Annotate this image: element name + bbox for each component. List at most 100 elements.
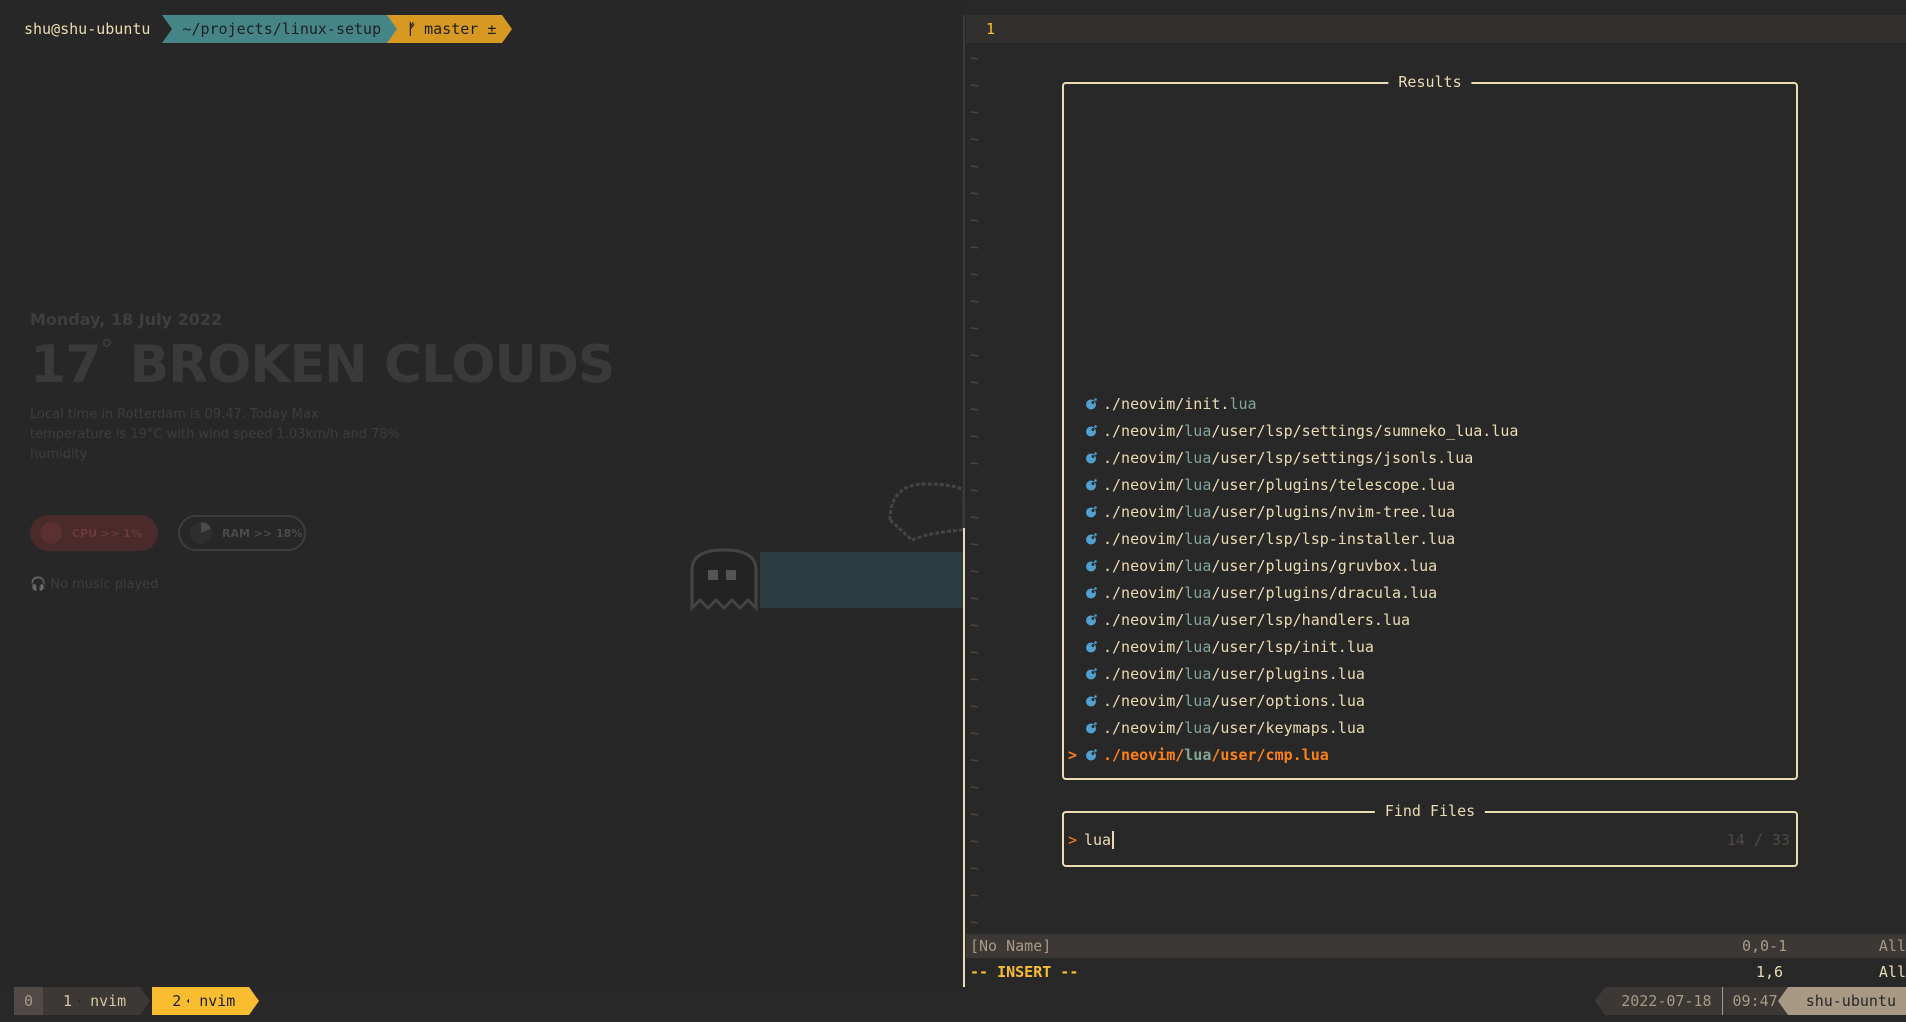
result-item[interactable]: ./neovim/lua/user/lsp/init.lua: [1068, 633, 1792, 660]
result-match-highlight: lua: [1184, 529, 1212, 548]
lua-file-icon: [1084, 748, 1097, 761]
result-path-suffix: /user/plugins/gruvbox.lua: [1211, 556, 1438, 575]
result-item[interactable]: ./neovim/lua/user/lsp/handlers.lua: [1068, 606, 1792, 633]
results-title: Results: [1388, 73, 1472, 91]
tilde-marker: ~: [970, 616, 980, 634]
cursor-percent: All: [1878, 963, 1906, 981]
prompt-caret: >: [1068, 831, 1078, 849]
git-branch-label: master ±: [424, 20, 497, 38]
ghost-trail: [760, 552, 964, 608]
result-item[interactable]: ./neovim/lua/user/lsp/settings/sumneko_l…: [1068, 417, 1792, 444]
result-path-suffix: /user/options.lua: [1211, 691, 1365, 710]
ram-pill: RAM >> 18%: [178, 515, 306, 551]
shell-prompt: shu@shu-ubuntu ~/projects/linux-setup ᚠ …: [14, 15, 513, 43]
result-item-selected[interactable]: > ./neovim/lua/user/cmp.lua: [1068, 741, 1792, 768]
result-item[interactable]: ./neovim/lua/user/plugins/nvim-tree.lua: [1068, 498, 1792, 525]
result-path-suffix: /user/plugins/telescope.lua: [1211, 475, 1456, 494]
tilde-marker: ~: [970, 319, 980, 337]
tilde-marker: ~: [970, 103, 980, 121]
tmux-window-2-index[interactable]: 2: [152, 987, 190, 1015]
tilde-marker: ~: [970, 76, 980, 94]
result-path-prefix: ./neovim/: [1103, 502, 1185, 521]
result-path-suffix: /user/lsp/settings/jsonls.lua: [1211, 448, 1474, 467]
result-path-suffix: /user/keymaps.lua: [1211, 718, 1365, 737]
tmux-status-right: 2022-07-18 09:47 shu-ubuntu: [1595, 987, 1906, 1015]
tilde-marker: ~: [970, 535, 980, 553]
lua-file-icon: [1084, 694, 1097, 707]
cpu-gauge-icon: [40, 522, 62, 544]
headphones-icon: 🎧: [30, 577, 47, 592]
widget-weather-headline: 17° BROKEN CLOUDS: [30, 334, 615, 395]
current-line[interactable]: 1: [966, 15, 1906, 43]
git-branch-icon: ᚠ: [407, 20, 417, 38]
nvim-statusline: [No Name] 0,0-1 All: [966, 934, 1906, 958]
result-item[interactable]: ./neovim/lua/user/lsp/lsp-installer.lua: [1068, 525, 1792, 552]
nvim-command-line[interactable]: -- INSERT -- 1,6 All: [966, 960, 1906, 984]
tilde-marker: ~: [970, 400, 980, 418]
tmux-session[interactable]: 0: [14, 987, 54, 1015]
tilde-marker: ~: [970, 346, 980, 364]
result-path-suffix: /user/plugins/nvim-tree.lua: [1211, 502, 1456, 521]
search-input[interactable]: lua: [1084, 831, 1115, 849]
result-path-prefix: ./neovim/: [1103, 637, 1185, 656]
result-match-highlight: lua: [1184, 421, 1212, 440]
result-match-highlight: lua: [1184, 745, 1212, 764]
ram-label: RAM >> 18%: [222, 526, 303, 540]
empty-line-markers: ~ ~ ~ ~ ~ ~ ~ ~ ~ ~ ~ ~ ~ ~ ~ ~ ~ ~ ~ ~ ~ ~ ~ ~ ~ ~ ~ ~ ~ ~ ~ ~ ~: [970, 45, 979, 936]
line-number: 1: [986, 20, 996, 38]
mode-indicator: -- INSERT --: [970, 963, 1079, 981]
lua-file-icon: [1084, 640, 1097, 653]
lua-file-icon: [1084, 505, 1097, 518]
result-item[interactable]: ./neovim/lua/user/keymaps.lua: [1068, 714, 1792, 741]
ghost-body: [690, 548, 758, 612]
lua-file-icon: [1084, 559, 1097, 572]
tilde-marker: ~: [970, 454, 980, 472]
result-path-suffix: /user/lsp/settings/sumneko_lua.lua: [1211, 421, 1519, 440]
tmux-status-bar: 0 1 nvim 2 nvim 2022-07-18 09:47 shu-ubu…: [0, 987, 1906, 1015]
find-row[interactable]: > lua 14 / 33: [1068, 829, 1790, 851]
selection-caret: >: [1068, 745, 1078, 764]
tilde-marker: ~: [970, 265, 980, 283]
result-match-highlight: lua: [1184, 610, 1212, 629]
result-path-prefix: ./neovim/: [1103, 529, 1185, 548]
result-path-prefix: ./neovim/: [1103, 664, 1185, 683]
tmux-date: 2022-07-18: [1595, 987, 1722, 1015]
terminal-pane-left[interactable]: shu@shu-ubuntu ~/projects/linux-setup ᚠ …: [0, 0, 964, 1000]
tilde-marker: ~: [970, 805, 980, 823]
result-item[interactable]: ./neovim/lua/user/options.lua: [1068, 687, 1792, 714]
result-match-highlight: lua: [1184, 718, 1212, 737]
prompt-user-host: shu@shu-ubuntu: [24, 20, 151, 38]
desktop-weather-widget: Monday, 18 July 2022 17° BROKEN CLOUDS L…: [30, 310, 615, 592]
result-match-highlight: lua: [1184, 637, 1212, 656]
widget-stats: CPU >> 1% RAM >> 18%: [30, 515, 614, 551]
tilde-marker: ~: [970, 643, 980, 661]
cloud-outline: [888, 482, 964, 542]
buffer-percent: All: [1878, 937, 1906, 955]
widget-degree: °: [100, 334, 113, 365]
pacman-ghost-wallpaper-art: [690, 482, 964, 612]
result-item[interactable]: ./neovim/init. lua: [1068, 390, 1792, 417]
result-item[interactable]: ./neovim/lua/user/plugins.lua: [1068, 660, 1792, 687]
tilde-marker: ~: [970, 670, 980, 688]
result-item[interactable]: ./neovim/lua/user/lsp/settings/jsonls.lu…: [1068, 444, 1792, 471]
result-match-highlight: lua: [1184, 475, 1212, 494]
result-item[interactable]: ./neovim/lua/user/plugins/telescope.lua: [1068, 471, 1792, 498]
telescope-prompt-panel[interactable]: Find Files > lua 14 / 33: [1062, 802, 1798, 867]
match-count: 14 / 33: [1726, 831, 1790, 849]
result-path-suffix: /user/cmp.lua: [1211, 745, 1329, 764]
tmux-window-list: 0 1 nvim 2 nvim: [14, 987, 260, 1015]
find-files-title: Find Files: [1374, 802, 1486, 820]
lua-file-icon: [1084, 424, 1097, 437]
tmux-window-2-name[interactable]: nvim: [189, 987, 250, 1015]
tmux-window-1-name[interactable]: nvim: [80, 987, 141, 1015]
result-item[interactable]: ./neovim/lua/user/plugins/dracula.lua: [1068, 579, 1792, 606]
nvim-pane[interactable]: 1 ~ ~ ~ ~ ~ ~ ~ ~ ~ ~ ~ ~ ~ ~ ~ ~ ~ ~ ~ ~ ~ ~ ~ ~ ~ ~ ~ ~ ~ ~ ~ ~ ~ Resu…: [966, 15, 1906, 1005]
tilde-marker: ~: [970, 373, 980, 391]
cursor-position: 1,6: [1756, 963, 1784, 981]
lua-file-icon: [1084, 721, 1097, 734]
pane-divider-active: [963, 528, 965, 1005]
result-item[interactable]: ./neovim/lua/user/plugins/gruvbox.lua: [1068, 552, 1792, 579]
widget-description: Local time in Rotterdam is 09.47. Today …: [30, 407, 400, 462]
tmux-window-1-index[interactable]: 1: [43, 987, 81, 1015]
result-path-prefix: ./neovim/init.: [1103, 394, 1230, 413]
